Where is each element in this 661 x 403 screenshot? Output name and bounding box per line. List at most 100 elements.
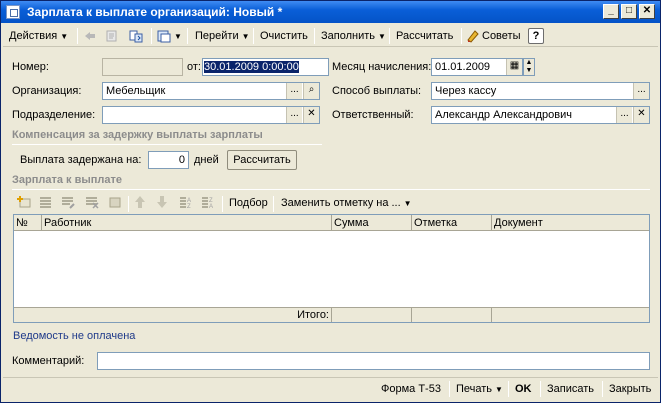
replace-mark-label: Заменить отметку на ... (281, 197, 401, 209)
select-ellipsis-icon[interactable]: ... (286, 83, 302, 99)
svg-text:A: A (209, 204, 213, 209)
calculate-compensation-button[interactable]: Рассчитать (227, 150, 297, 170)
comment-label: Комментарий: (12, 355, 85, 367)
delay-days-field[interactable]: 0 (148, 151, 189, 169)
clear-x-icon[interactable]: ✕ (633, 107, 649, 123)
clear-button[interactable]: Очистить (256, 27, 312, 45)
month-spinner[interactable]: ▲ ▼ (523, 58, 535, 76)
replace-mark-menu[interactable]: Заменить отметку на ... ▼ (277, 194, 416, 212)
toolbar: Действия ▼ ▼ Перейти ▼ Очистить Заполнить ▼… (3, 25, 658, 47)
tips-button[interactable]: Советы (464, 27, 524, 45)
document-window: Зарплата к выплате организаций: Новый * … (0, 0, 661, 403)
date-from-label: от: (187, 61, 201, 73)
organization-field[interactable]: Мебельщик ... ⌕ (102, 82, 320, 100)
select-ellipsis-icon[interactable]: ... (616, 107, 632, 123)
accrual-month-field[interactable]: 01.01.2009 ▦ (431, 58, 523, 76)
goto-menu[interactable]: Перейти ▼ (191, 27, 254, 45)
toolbar-separator (602, 381, 603, 397)
back-arrow-icon[interactable] (83, 29, 97, 43)
end-edit-icon[interactable] (109, 195, 123, 209)
column-header-document[interactable]: Документ (492, 215, 649, 231)
add-row-icon[interactable] (17, 195, 31, 209)
toolbar-separator (314, 28, 315, 44)
section-divider (12, 189, 650, 190)
selection-button[interactable]: Подбор (225, 194, 272, 212)
save-button[interactable]: Записать (543, 380, 598, 398)
document-link-icon[interactable] (105, 29, 119, 43)
accrual-month-label: Месяц начисления: (332, 61, 432, 73)
payment-status-text: Ведомость не оплачена (13, 330, 136, 342)
number-field[interactable] (102, 58, 183, 76)
tips-label: Советы (482, 30, 521, 42)
sort-descending-icon[interactable]: ZA (201, 195, 215, 209)
close-button[interactable]: Закрыть (605, 380, 655, 398)
payment-method-field[interactable]: Через кассу ... (431, 82, 650, 100)
dropdown-arrow-icon: ▼ (403, 199, 412, 208)
dropdown-arrow-icon: ▼ (378, 32, 386, 41)
toolbar-separator (540, 381, 541, 397)
calculate-toolbar-button[interactable]: Рассчитать (392, 27, 457, 45)
actions-menu[interactable]: Действия ▼ (5, 27, 72, 45)
column-header-amount[interactable]: Сумма (332, 215, 412, 231)
document-icon (6, 5, 20, 19)
print-menu[interactable]: Печать ▼ (452, 380, 507, 398)
responsible-label: Ответственный: (332, 109, 414, 121)
dropdown-arrow-icon: ▼ (60, 32, 69, 41)
title-bar[interactable]: Зарплата к выплате организаций: Новый * … (1, 1, 660, 23)
search-icon[interactable]: ⌕ (303, 83, 319, 99)
actions-label: Действия (9, 30, 58, 42)
department-label: Подразделение: (12, 109, 96, 121)
minimize-button[interactable]: _ (603, 4, 619, 19)
column-header-number[interactable]: № (14, 215, 42, 231)
responsible-field[interactable]: Александр Александрович ... ✕ (431, 106, 650, 124)
accrual-month-value: 01.01.2009 (435, 61, 491, 73)
column-header-employee[interactable]: Работник (42, 215, 332, 231)
column-header-mark[interactable]: Отметка (412, 215, 492, 231)
dropdown-arrow-icon: ▼ (241, 32, 250, 41)
delete-row-icon[interactable] (85, 195, 99, 209)
payout-section-title: Зарплата к выплате (12, 174, 123, 186)
help-button[interactable]: ? (528, 28, 544, 44)
move-up-icon[interactable] (133, 195, 147, 209)
department-field[interactable]: ... ✕ (102, 106, 320, 124)
toolbar-separator (508, 381, 509, 397)
select-ellipsis-icon[interactable]: ... (633, 83, 649, 99)
total-label: Итого: (14, 307, 332, 322)
select-ellipsis-icon[interactable]: ... (286, 107, 302, 123)
total-mark-cell (412, 307, 492, 322)
document-list-dropdown[interactable]: ▼ (169, 27, 184, 45)
clear-x-icon[interactable]: ✕ (303, 107, 319, 123)
goto-label: Перейти (195, 30, 239, 42)
organization-label: Организация: (12, 85, 82, 97)
toolbar-separator (222, 196, 223, 212)
window-title: Зарплата к выплате организаций: Новый * (27, 5, 283, 19)
delay-label: Выплата задержана на: (20, 154, 142, 166)
sort-ascending-icon[interactable]: AZ (179, 195, 193, 209)
document-date-field[interactable]: 30.01.2009 0:00:00 (202, 58, 329, 76)
toolbar-separator (77, 28, 78, 44)
copy-row-icon[interactable] (39, 195, 53, 209)
move-down-icon[interactable] (155, 195, 169, 209)
fill-menu[interactable]: Заполнить ▼ (317, 27, 390, 45)
toolbar-separator (389, 28, 390, 44)
close-window-button[interactable]: ✕ (639, 4, 655, 19)
toolbar-separator (151, 28, 152, 44)
days-label: дней (194, 154, 219, 166)
calendar-icon[interactable]: ▦ (506, 59, 522, 75)
comment-field[interactable] (97, 352, 650, 370)
organization-value: Мебельщик (106, 85, 166, 97)
tips-book-icon (467, 30, 479, 43)
toolbar-separator (187, 28, 188, 44)
total-document-cell (492, 307, 649, 322)
ok-button[interactable]: OK (511, 380, 536, 398)
fill-label: Заполнить (321, 30, 376, 42)
maximize-button[interactable]: □ (621, 4, 637, 19)
compensation-section-title: Компенсация за задержку выплаты зарплаты (12, 129, 263, 141)
edit-row-icon[interactable] (61, 195, 75, 209)
toolbar-separator (128, 196, 129, 212)
bottom-toolbar: Форма Т-53 Печать ▼ OK Записать Закрыть (3, 377, 658, 399)
payment-method-value: Через кассу (435, 85, 497, 97)
payout-table[interactable]: № Работник Сумма Отметка Документ Итого: (13, 214, 650, 323)
structure-icon[interactable] (129, 29, 143, 43)
form-t53-button[interactable]: Форма Т-53 (377, 380, 445, 398)
